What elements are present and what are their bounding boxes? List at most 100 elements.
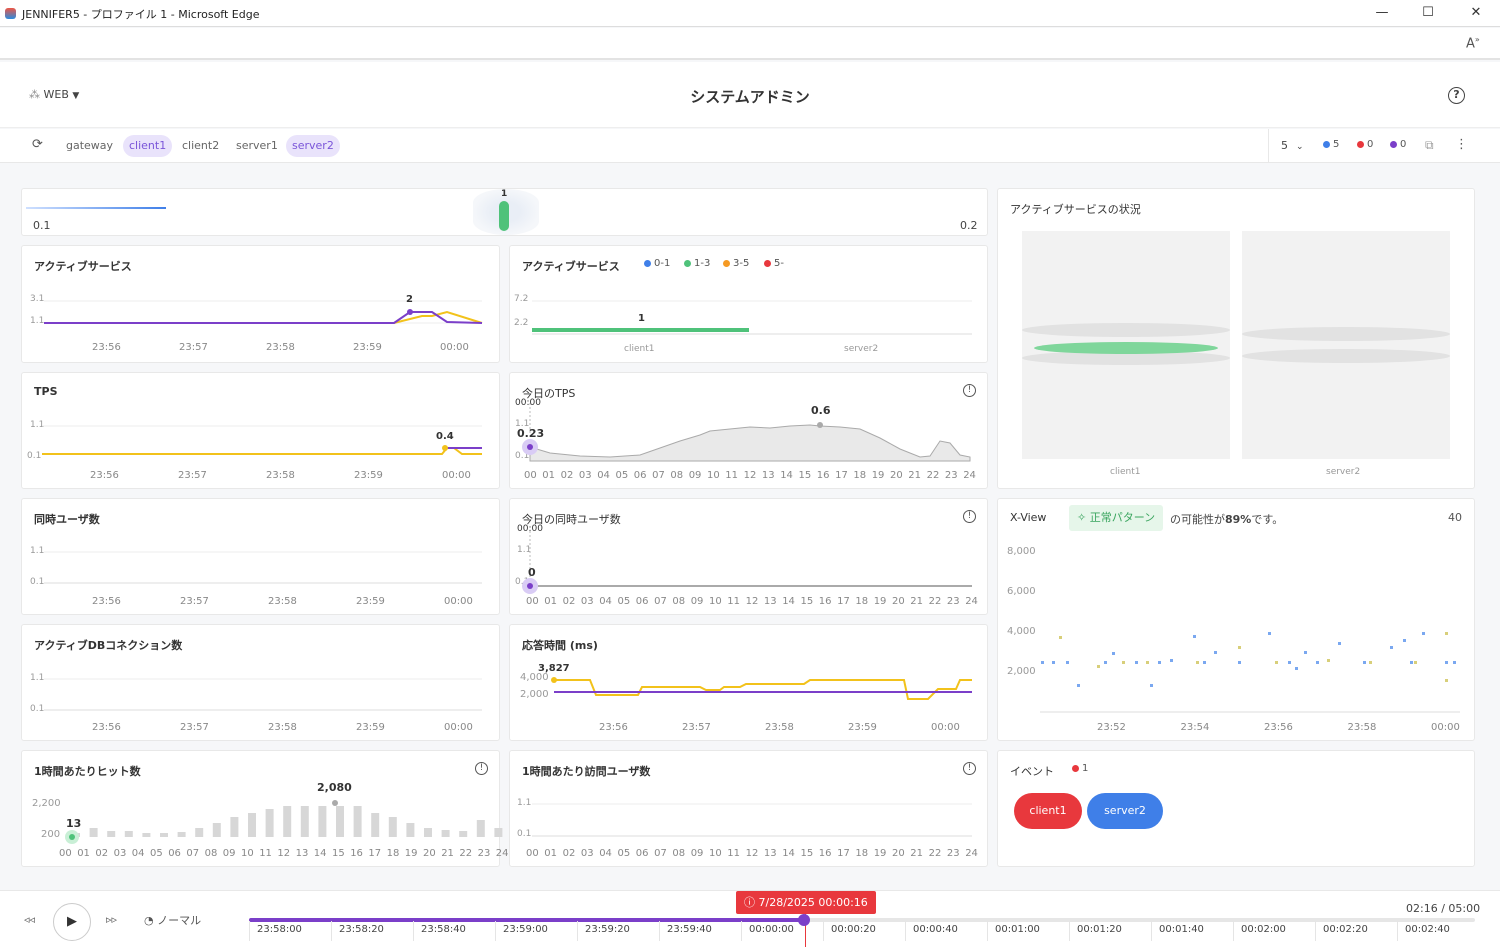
timeline-tick: 00:00:00 — [749, 924, 794, 935]
x-tick: 01 — [542, 470, 556, 481]
x-tick: 12 — [745, 596, 759, 607]
speed-control[interactable]: ◔ ノーマル — [144, 912, 201, 928]
app-header: ⁂ WEB ▼ システムアドミン ? — [0, 62, 1500, 128]
filter-chip-client1[interactable]: client1 — [123, 135, 173, 157]
timeline-tick-sep — [823, 921, 824, 941]
chart-settings-icon[interactable]: ⧉ — [1425, 138, 1434, 153]
alert-icon: ⓘ — [744, 896, 755, 909]
x-tick: 09 — [222, 848, 236, 859]
today-tps-card: 今日のTPS 00:00 ! 1.1 0.1 0.23 0.6 00 01 02 03… — [509, 372, 988, 489]
x-tick: 23 — [477, 848, 491, 859]
x-tick: 23 — [946, 596, 960, 607]
filter-chip-client2[interactable]: client2 — [176, 135, 225, 157]
x-tick: 09 — [690, 596, 704, 607]
x-tick: 03 — [578, 470, 592, 481]
server-label-client1: client1 — [1110, 467, 1141, 477]
filter-chip-server1[interactable]: server1 — [230, 135, 284, 157]
x-tick: 17 — [837, 848, 850, 859]
x-tick: 12 — [277, 848, 291, 859]
x-tick: 23:58 — [266, 470, 295, 481]
x-tick: 22 — [459, 848, 473, 859]
hit-bar — [248, 813, 256, 837]
window-title: JENNIFER5 - プロファイル 1 - Microsoft Edge — [22, 8, 260, 21]
active-ellipse — [1034, 342, 1218, 354]
gauge-value: 1 — [501, 189, 508, 199]
x-tick: 23:54 — [1180, 722, 1210, 733]
edge-icon — [5, 8, 16, 19]
x-tick: 19 — [873, 848, 887, 859]
hit-bar — [89, 828, 98, 837]
load-strip: 0.1 0.2 1 — [21, 188, 988, 236]
x-tick: 01 — [544, 848, 558, 859]
timeline-track[interactable] — [249, 914, 1475, 926]
x-tick: 08 — [670, 470, 684, 481]
elapsed-time: 02:16 / 05:00 — [1406, 902, 1481, 915]
x-tick: 00:00 — [1431, 722, 1460, 733]
series-yellow — [554, 679, 972, 700]
load-progress-line — [26, 207, 166, 209]
window-titlebar: JENNIFER5 - プロファイル 1 - Microsoft Edge — … — [0, 0, 1500, 27]
timeline-tick-sep — [987, 921, 988, 941]
hit-bar — [300, 806, 309, 837]
x-tick: 23:57 — [179, 342, 208, 353]
x-tick: 16 — [818, 596, 832, 607]
filter-chip-gateway[interactable]: gateway — [60, 135, 119, 157]
hit-bar — [177, 832, 186, 837]
x-tick: 18 — [855, 848, 869, 859]
x-tick: 00 — [526, 848, 539, 859]
event-tag-server2[interactable]: server2 — [1087, 793, 1163, 829]
x-tick: 03 — [580, 596, 594, 607]
minimize-icon[interactable]: — — [1370, 3, 1394, 23]
x-tick: 24 — [965, 848, 978, 859]
read-aloud-icon[interactable]: A» — [1466, 35, 1480, 51]
status-blue: 5 — [1323, 139, 1339, 150]
timeline-tick-sep — [741, 921, 742, 941]
x-tick: 23 — [944, 470, 958, 481]
x-tick: 03 — [580, 848, 594, 859]
x-tick: 23:56 — [92, 342, 121, 353]
x-tick: 23:56 — [1264, 722, 1293, 733]
x-tick: 11 — [727, 848, 741, 859]
maximize-icon[interactable]: ☐ — [1416, 3, 1440, 23]
x-tick: 14 — [782, 848, 795, 859]
event-tag-client1[interactable]: client1 — [1014, 793, 1082, 829]
interval-select[interactable]: 5 ⌄ — [1281, 139, 1304, 152]
events-card: イベント 1 client1 server2 — [997, 750, 1475, 867]
x-tick: 08 — [672, 848, 686, 859]
active-service-bar-plot — [532, 300, 972, 335]
timeline-tick: 00:01:20 — [1077, 924, 1122, 935]
filter-chip-server2[interactable]: server2 — [286, 135, 340, 157]
x-tick: 00 — [524, 470, 537, 481]
x-tick: 13 — [763, 596, 777, 607]
close-icon[interactable]: ✕ — [1464, 3, 1488, 23]
x-tick: 08 — [672, 596, 686, 607]
current-label: 13 — [66, 817, 82, 830]
timeline-tick: 23:59:20 — [585, 924, 630, 935]
fast-forward-icon[interactable]: ▹▹ — [106, 913, 117, 926]
hit-bar — [476, 820, 485, 837]
x-tick: 04 — [599, 848, 612, 859]
x-tick: 06 — [633, 470, 647, 481]
refresh-icon[interactable]: ⟳ — [32, 137, 43, 152]
play-button[interactable]: ▶ — [53, 903, 91, 941]
help-icon[interactable]: ? — [1448, 87, 1465, 104]
x-tick: 23:57 — [178, 470, 207, 481]
timeline-tick-sep — [331, 921, 332, 941]
event-count: 1 — [1072, 763, 1088, 774]
series-yellow — [44, 310, 483, 324]
x-tick: 04 — [131, 848, 145, 859]
rewind-icon[interactable]: ◃◃ — [24, 913, 35, 926]
x-tick: 23:59 — [356, 722, 385, 733]
playback-timeline: ◃◃ ▶ ▹▹ ◔ ノーマル ⓘ 7/28/2025 00:00:16 02:1… — [0, 890, 1500, 947]
hit-bar — [230, 817, 239, 837]
x-tick: 23:59 — [356, 596, 385, 607]
more-menu-icon[interactable]: ⋮ — [1455, 137, 1468, 152]
bar-value: 1 — [638, 313, 645, 324]
timeline-tick-sep — [1069, 921, 1070, 941]
response-time-plot — [551, 677, 972, 700]
timeline-handle[interactable] — [798, 914, 811, 926]
x-tick: 07 — [652, 470, 665, 481]
x-tick: 06 — [635, 596, 649, 607]
x-tick: 16 — [350, 848, 363, 859]
hit-bar — [283, 806, 292, 837]
